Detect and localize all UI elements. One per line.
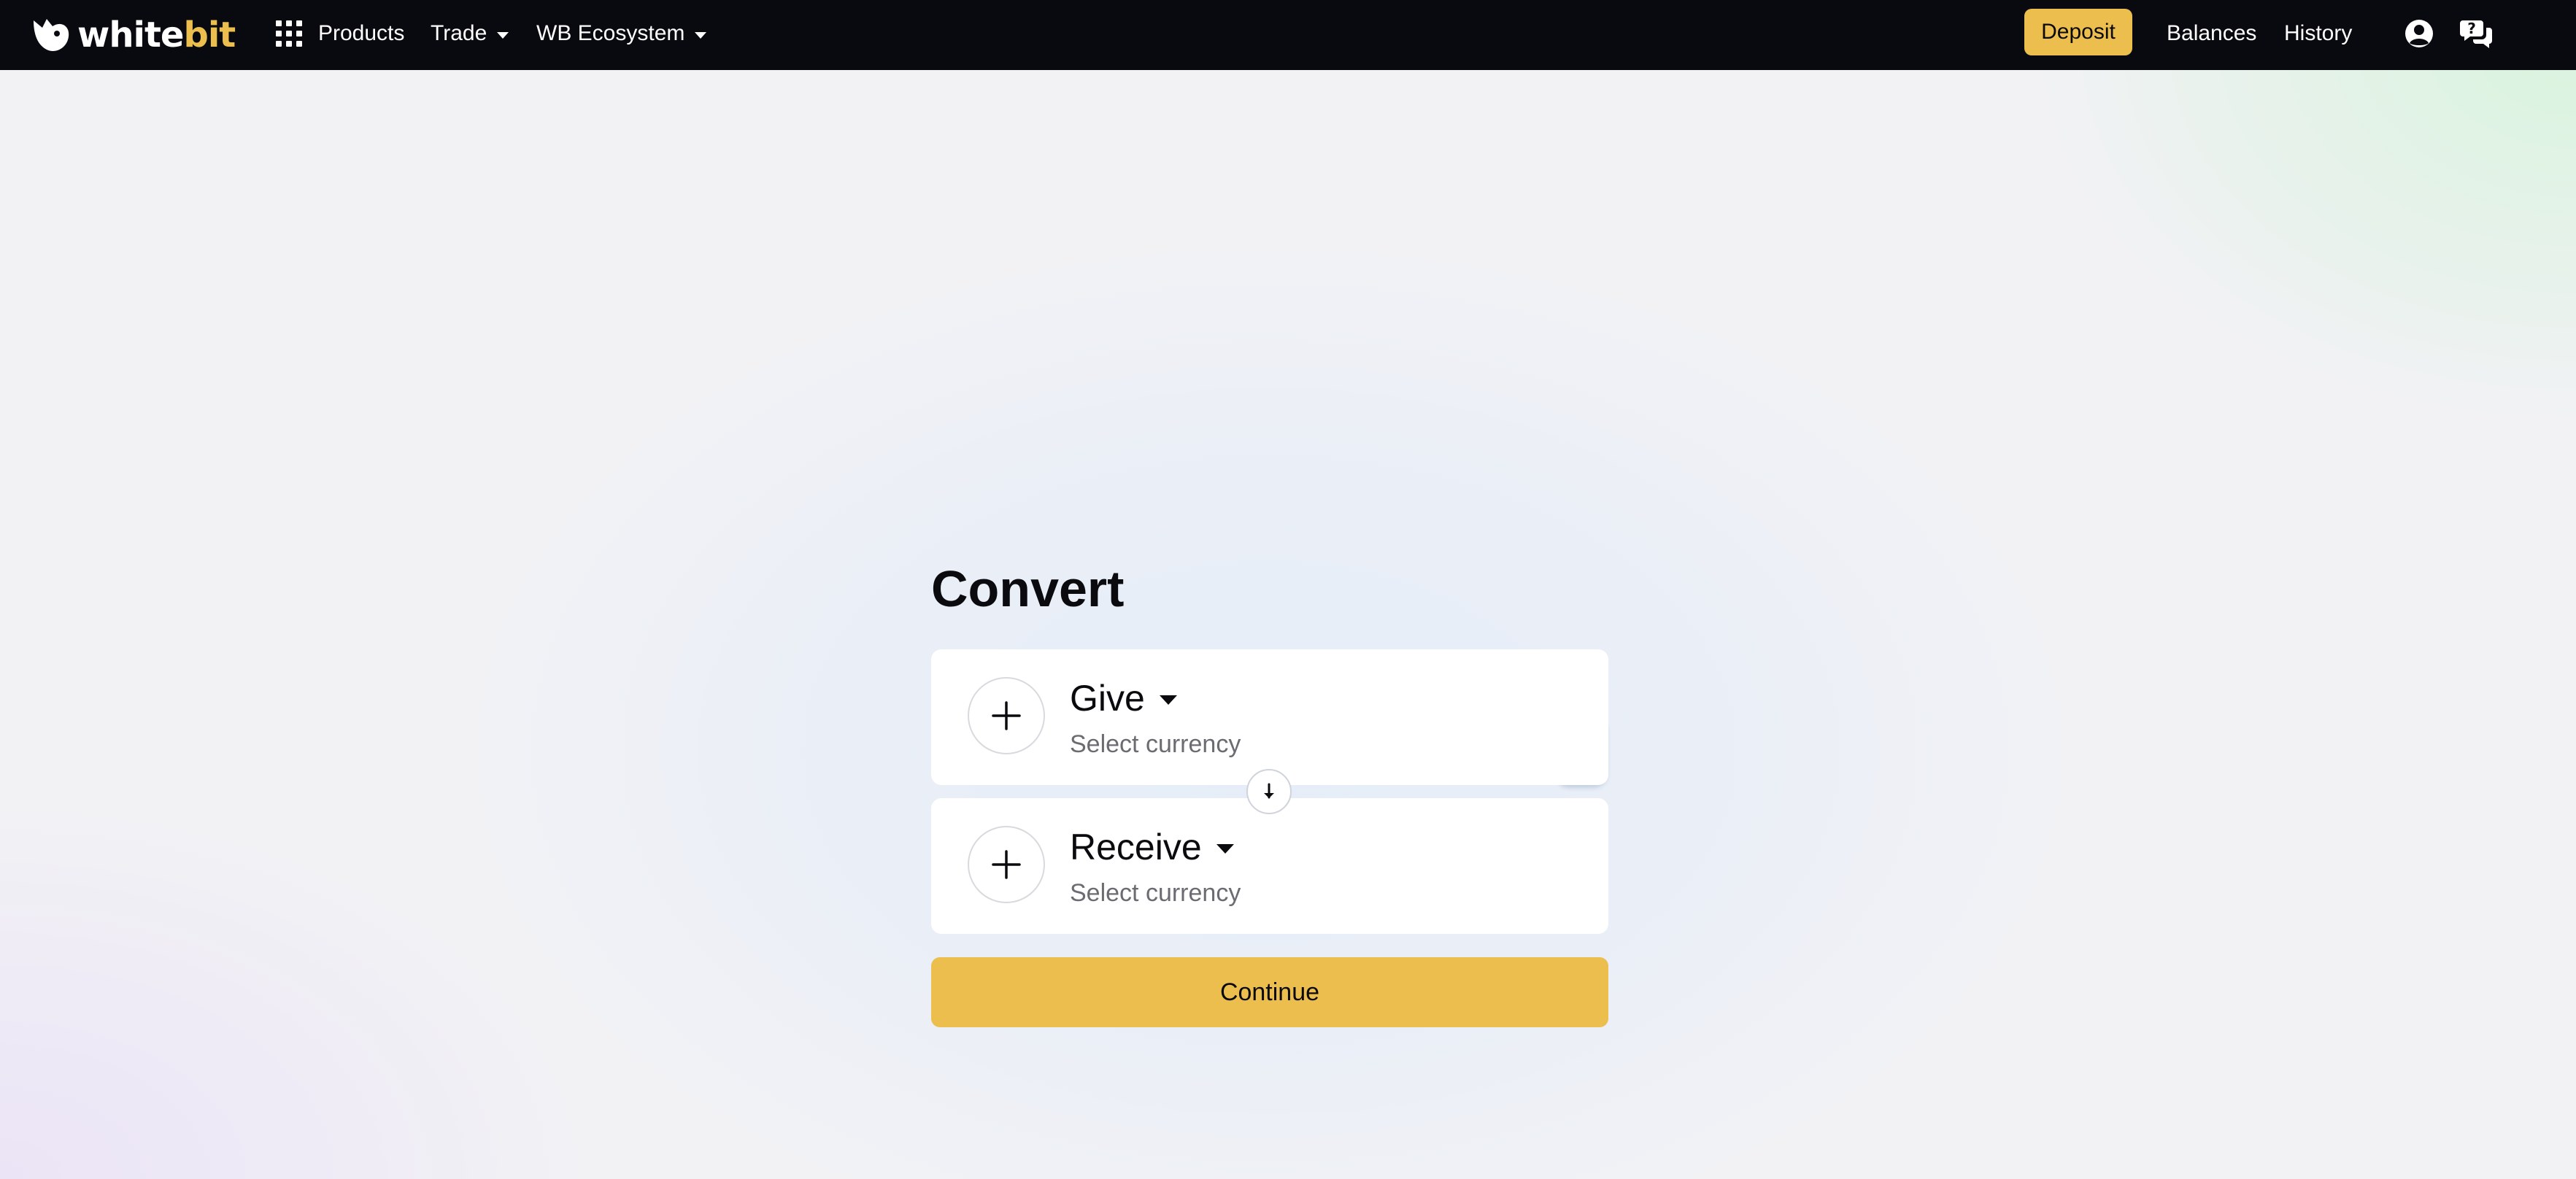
nav-balances-label: Balances [2167,21,2257,45]
receive-label-dropdown[interactable]: Receive [1070,824,1234,870]
add-receive-currency-button[interactable] [968,826,1045,903]
arrow-down-icon [1264,783,1274,799]
account-button[interactable] [2402,16,2437,51]
help-chat-icon: ? [2460,20,2492,48]
svg-text:?: ? [2467,20,2476,37]
give-label-dropdown[interactable]: Give [1070,676,1177,721]
page-title: Convert [931,560,1125,617]
caret-down-icon [1216,843,1234,854]
receive-label: Receive [1070,827,1202,867]
plus-icon [992,850,1021,879]
nav-history-label: History [2284,21,2353,45]
grid-icon [276,20,302,47]
support-chat-button[interactable]: ? [2459,16,2494,51]
add-give-currency-button[interactable] [968,677,1045,754]
caret-down-icon [695,31,707,39]
receive-placeholder: Select currency [1070,879,1241,907]
logo-wordmark: whitebit [77,15,236,55]
nav-products-label: Products [318,21,405,45]
give-currency-selector[interactable]: Give Select currency [931,649,1608,785]
nav-wb-ecosystem[interactable]: WB Ecosystem [536,0,707,67]
nav-trade[interactable]: Trade [431,0,509,67]
plus-icon [992,701,1021,730]
deposit-button[interactable]: Deposit [2024,9,2132,55]
receive-currency-selector[interactable]: Receive Select currency [931,798,1608,934]
caret-down-icon [497,31,509,39]
nav-ecosystem-label: WB Ecosystem [536,21,685,45]
give-label: Give [1070,678,1145,719]
swap-currencies-button[interactable] [1246,769,1292,814]
give-placeholder: Select currency [1070,730,1241,758]
user-circle-icon [2405,20,2433,47]
nav-balances[interactable]: Balances [2167,0,2256,67]
whitebit-logo-icon [34,19,69,51]
continue-button[interactable]: Continue [931,957,1608,1027]
nav-trade-label: Trade [431,21,487,45]
whitebit-logo[interactable]: whitebit [31,12,236,58]
top-navigation-bar: whitebit Products Trade WB Ecosystem Dep… [0,0,2576,70]
nav-history[interactable]: History [2284,0,2352,67]
caret-down-icon [1159,695,1177,705]
nav-products[interactable]: Products [276,0,404,67]
